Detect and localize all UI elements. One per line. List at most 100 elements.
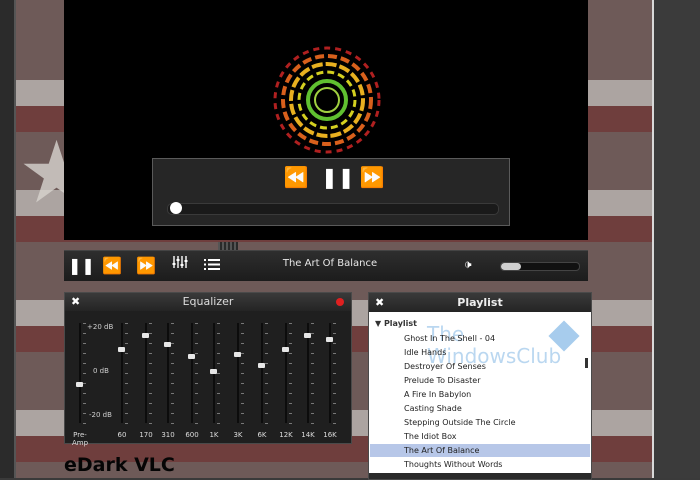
eq-tick bbox=[149, 383, 152, 384]
eq-tick bbox=[125, 423, 128, 424]
playlist-titlebar[interactable]: ✖ Playlist bbox=[369, 293, 591, 312]
eq-tick bbox=[241, 383, 244, 384]
eq-tick bbox=[149, 363, 152, 364]
playlist-item[interactable]: A Fire In Babylon bbox=[370, 388, 590, 401]
eq-tick bbox=[125, 333, 128, 334]
eq-tick bbox=[265, 373, 268, 374]
eq-band-handle[interactable] bbox=[304, 332, 311, 338]
playlist-root-node[interactable]: ▼ Playlist bbox=[375, 319, 417, 328]
eq-tick bbox=[311, 323, 314, 324]
playlist-item[interactable]: The Art Of Balance bbox=[370, 444, 590, 457]
scale-label-mid: 0 dB bbox=[93, 367, 109, 375]
eq-tick bbox=[149, 413, 152, 414]
eq-tick bbox=[311, 353, 314, 354]
playlist-root-label: Playlist bbox=[383, 319, 417, 328]
eq-tick bbox=[125, 373, 128, 374]
eq-band-track bbox=[285, 323, 287, 423]
eq-tick bbox=[333, 343, 336, 344]
eq-band-handle[interactable] bbox=[326, 337, 333, 343]
right-window-edge bbox=[652, 0, 700, 478]
eq-band-slider[interactable] bbox=[141, 323, 152, 424]
playlist-item[interactable]: Destroyer Of Senses bbox=[370, 360, 590, 373]
eq-tick bbox=[289, 343, 292, 344]
osd-pause-button[interactable]: ❚❚ bbox=[321, 165, 355, 189]
eq-tick bbox=[195, 393, 198, 394]
eq-band-handle[interactable] bbox=[188, 354, 195, 360]
equalizer-enable-indicator[interactable] bbox=[336, 298, 344, 306]
eq-band-slider[interactable] bbox=[303, 323, 314, 424]
eq-tick bbox=[195, 323, 198, 324]
playlist-item[interactable]: The Idiot Box bbox=[370, 430, 590, 443]
playlist-toggle-button[interactable] bbox=[200, 255, 224, 277]
fast-forward-button[interactable]: ⏩ bbox=[134, 255, 158, 277]
playlist-item[interactable]: Stepping Outside The Circle bbox=[370, 416, 590, 429]
playlist-item[interactable]: Thoughts Without Words bbox=[370, 458, 590, 471]
resize-grip[interactable] bbox=[218, 242, 238, 250]
osd-seek-bar[interactable] bbox=[167, 202, 499, 215]
eq-band-slider[interactable] bbox=[209, 323, 220, 424]
video-area[interactable]: ⏪ ❚❚ ⏩ bbox=[64, 0, 588, 240]
eq-tick bbox=[195, 413, 198, 414]
eq-tick bbox=[311, 393, 314, 394]
osd-fast-forward-button[interactable]: ⏩ bbox=[359, 165, 385, 189]
eq-band-handle[interactable] bbox=[258, 362, 265, 368]
eq-tick bbox=[333, 353, 336, 354]
playlist-item[interactable]: Prelude To Disaster bbox=[370, 374, 590, 387]
eq-band-slider[interactable] bbox=[325, 323, 336, 424]
seek-handle[interactable] bbox=[170, 202, 182, 214]
eq-band-slider[interactable] bbox=[257, 323, 268, 424]
eq-tick bbox=[265, 323, 268, 324]
eq-tick bbox=[83, 353, 86, 354]
equalizer-toggle-button[interactable] bbox=[168, 255, 192, 277]
playlist-panel: ✖ Playlist ▼ Playlist The WindowsClub Gh… bbox=[368, 292, 592, 480]
eq-tick bbox=[83, 343, 86, 344]
eq-tick bbox=[195, 373, 198, 374]
eq-band-slider[interactable] bbox=[163, 323, 174, 424]
eq-tick bbox=[149, 423, 152, 424]
eq-band-handle[interactable] bbox=[164, 342, 171, 347]
playlist-item[interactable]: Idle Hands bbox=[370, 346, 590, 359]
playlist-item[interactable]: Ghost In The Shell - 04 bbox=[370, 332, 590, 345]
eq-band-slider[interactable] bbox=[187, 323, 198, 424]
scale-label-bottom: -20 dB bbox=[89, 411, 112, 419]
eq-tick bbox=[217, 343, 220, 344]
eq-tick bbox=[125, 413, 128, 414]
eq-tick bbox=[125, 363, 128, 364]
eq-tick bbox=[83, 403, 86, 404]
pause-button[interactable]: ❚❚ bbox=[68, 255, 95, 277]
playlist-item[interactable]: Casting Shade bbox=[370, 402, 590, 415]
eq-band-handle[interactable] bbox=[118, 346, 125, 352]
eq-band-track bbox=[237, 323, 239, 423]
eq-band-handle[interactable] bbox=[282, 346, 289, 352]
eq-band-slider[interactable] bbox=[117, 323, 128, 424]
eq-band-handle[interactable] bbox=[76, 381, 83, 387]
playlist-title: Playlist bbox=[457, 296, 503, 309]
eq-tick bbox=[311, 403, 314, 404]
eq-tick bbox=[83, 423, 86, 424]
volume-icon[interactable]: 🕩 bbox=[464, 257, 472, 272]
eq-tick bbox=[311, 363, 314, 364]
eq-tick bbox=[125, 323, 128, 324]
eq-tick bbox=[265, 393, 268, 394]
volume-slider[interactable] bbox=[500, 262, 580, 271]
eq-band-label: 1K bbox=[209, 431, 219, 439]
eq-band-handle[interactable] bbox=[234, 351, 241, 357]
eq-tick bbox=[171, 363, 174, 364]
eq-band-label: Pre-Amp bbox=[71, 431, 89, 447]
osd-rewind-button[interactable]: ⏪ bbox=[283, 165, 309, 189]
playlist-scrollbar[interactable] bbox=[585, 358, 588, 368]
eq-tick bbox=[289, 413, 292, 414]
equalizer-titlebar[interactable]: ✖ Equalizer bbox=[65, 293, 351, 311]
rewind-button[interactable]: ⏪ bbox=[100, 255, 124, 277]
eq-band-handle[interactable] bbox=[210, 368, 217, 374]
eq-band-handle[interactable] bbox=[142, 332, 149, 338]
eq-tick bbox=[289, 403, 292, 404]
eq-tick bbox=[149, 393, 152, 394]
eq-tick bbox=[195, 353, 198, 354]
eq-band-slider[interactable] bbox=[233, 323, 244, 424]
eq-tick bbox=[83, 333, 86, 334]
eq-band-slider[interactable] bbox=[75, 323, 86, 424]
eq-tick bbox=[83, 413, 86, 414]
eq-tick bbox=[125, 393, 128, 394]
eq-band-slider[interactable] bbox=[281, 323, 292, 424]
